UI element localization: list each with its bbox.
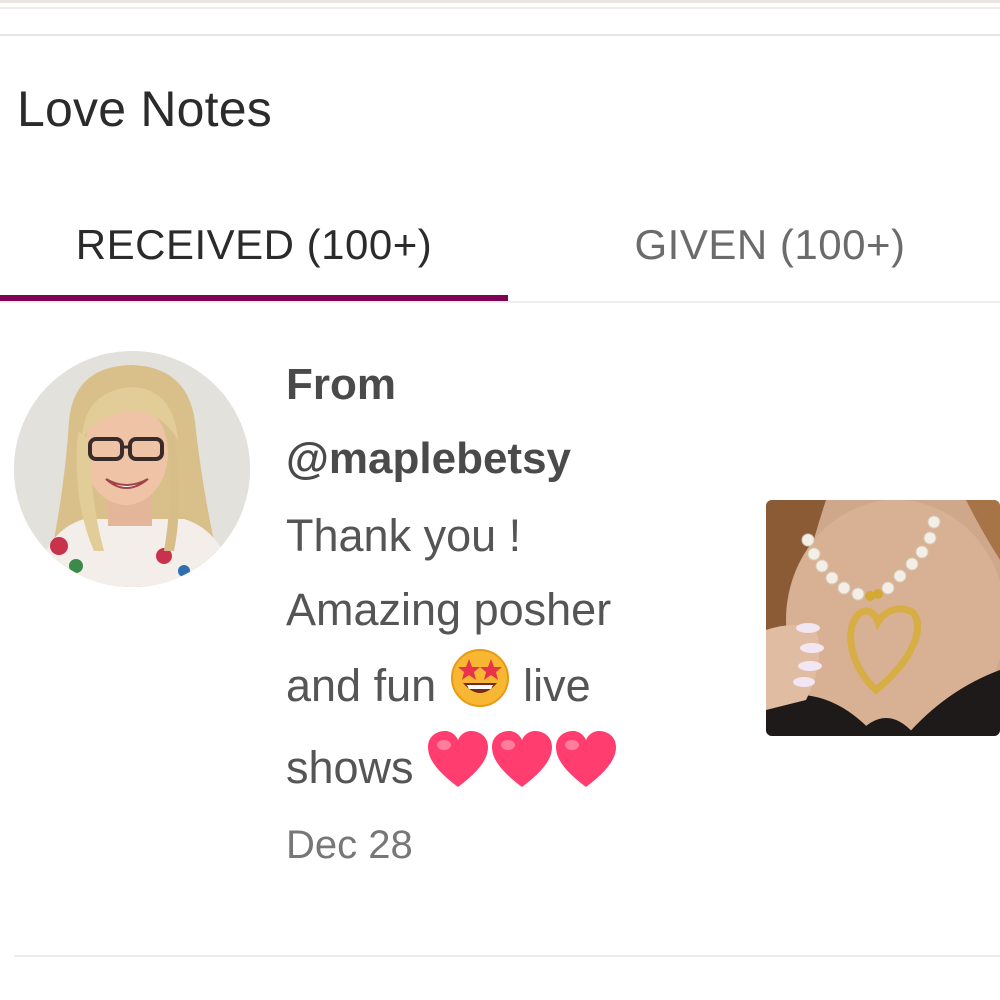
heart-emoji-icon xyxy=(554,731,618,811)
message-line: and fun live xyxy=(286,647,756,731)
star-struck-emoji-icon xyxy=(449,647,511,731)
top-divider xyxy=(0,34,1000,36)
bottom-divider xyxy=(14,955,1000,957)
message-line: Amazing posher xyxy=(286,584,612,635)
note-content: From @maplebetsy Thank you ! Amazing pos… xyxy=(286,355,756,873)
page-title: Love Notes xyxy=(17,81,272,137)
message-text: shows xyxy=(286,742,414,793)
avatar[interactable] xyxy=(14,351,250,587)
sender-username-link[interactable]: @maplebetsy xyxy=(286,429,756,489)
message-text: and fun xyxy=(286,659,437,711)
tab-bar: RECEIVED (100+) GIVEN (100+) xyxy=(0,195,1000,301)
love-note: From @maplebetsy Thank you ! Amazing pos… xyxy=(0,303,1000,957)
necklace-product-image xyxy=(766,500,1000,736)
message-line: shows xyxy=(286,731,756,811)
tab-given[interactable]: GIVEN (100+) xyxy=(520,195,1000,295)
note-message: Thank you ! Amazing posher and fun live xyxy=(286,499,756,811)
message-text: live xyxy=(523,659,591,711)
product-thumbnail[interactable] xyxy=(766,500,1000,736)
heart-emoji-icon xyxy=(490,731,554,811)
note-date: Dec 28 xyxy=(286,823,413,868)
from-label: From xyxy=(286,360,396,409)
message-line: Thank you ! xyxy=(286,510,522,561)
avatar-photo xyxy=(14,351,250,587)
heart-emoji-icon xyxy=(426,731,490,811)
tab-received[interactable]: RECEIVED (100+) xyxy=(0,195,508,295)
